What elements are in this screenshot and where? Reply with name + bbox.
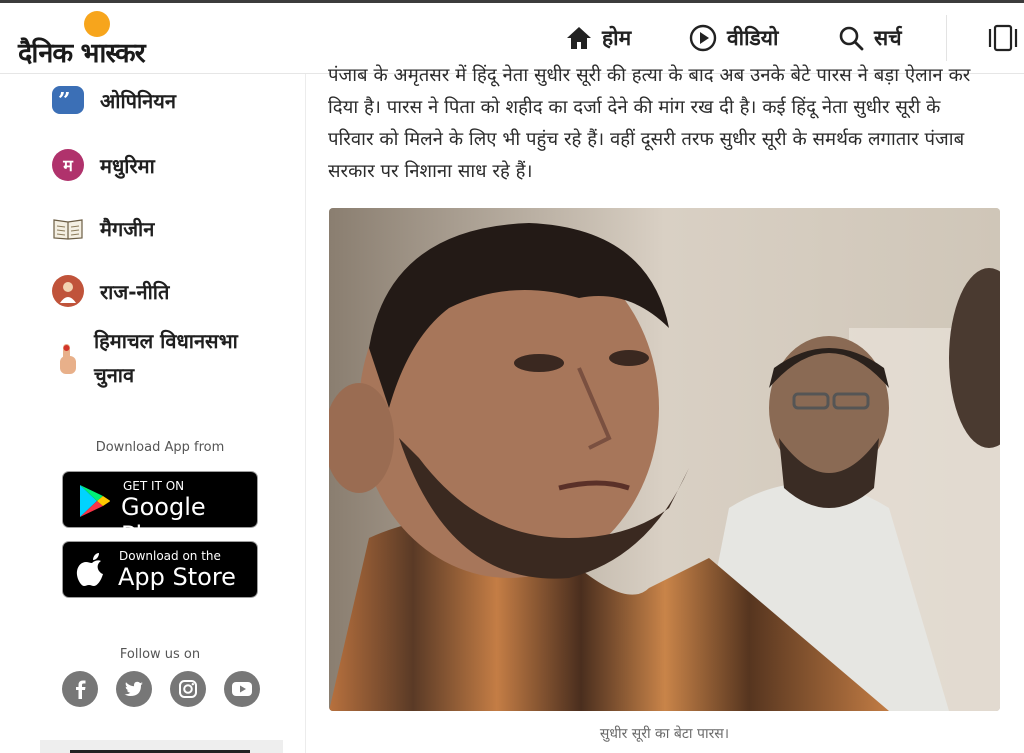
madhurima-icon: म bbox=[52, 149, 84, 181]
sidebar-item-label: ओपिनियन bbox=[100, 88, 176, 113]
article-photo[interactable] bbox=[329, 208, 1000, 711]
menu-icon[interactable] bbox=[988, 23, 1018, 53]
header-divider bbox=[946, 15, 947, 61]
youtube-icon[interactable] bbox=[224, 671, 260, 707]
logo-text: दैनिक भास्कर bbox=[18, 38, 146, 69]
search-icon bbox=[839, 26, 864, 51]
social-links bbox=[62, 671, 260, 707]
google-play-small-text: GET IT ON bbox=[123, 479, 185, 493]
sidebar-item-label: राज-नीति bbox=[100, 279, 170, 304]
politics-icon bbox=[52, 275, 84, 307]
sidebar-item-label: हिमाचल विधानसभा चुनाव bbox=[94, 329, 238, 387]
instagram-icon[interactable] bbox=[170, 671, 206, 707]
article-main: पंजाब के अमृतसर में हिंदू नेता सुधीर सूर… bbox=[306, 65, 1024, 753]
facebook-icon[interactable] bbox=[62, 671, 98, 707]
nav-search-label: सर्च bbox=[874, 26, 902, 50]
logo[interactable]: दैनिक भास्कर bbox=[18, 11, 188, 69]
sidebar-item-politics[interactable]: राज-नीति bbox=[52, 275, 169, 307]
app-store-big-text: App Store bbox=[118, 563, 236, 591]
quote-icon: ” bbox=[52, 86, 84, 114]
google-play-icon bbox=[80, 485, 110, 517]
photo-caption: सुधीर सूरी का बेटा पारस। bbox=[599, 726, 730, 742]
hand-vote-icon bbox=[52, 342, 84, 374]
sidebar-item-magazine[interactable]: मैगजीन bbox=[52, 212, 154, 244]
sidebar-bottom-bar bbox=[40, 740, 283, 753]
download-app-label: Download App from bbox=[95, 440, 225, 455]
sidebar-item-opinion[interactable]: ” ओपिनियन bbox=[52, 86, 176, 114]
sidebar-item-himachal-election[interactable]: हिमाचल विधानसभा चुनाव bbox=[52, 324, 269, 392]
sidebar-item-label: मैगजीन bbox=[100, 216, 155, 241]
nav-home-label: होम bbox=[602, 26, 632, 50]
madhurima-icon-letter: म bbox=[63, 156, 73, 175]
book-icon bbox=[52, 212, 84, 244]
apple-icon bbox=[76, 553, 103, 586]
follow-us-label: Follow us on bbox=[119, 647, 201, 662]
app-store-button[interactable]: Download on the App Store bbox=[62, 541, 258, 598]
nav-video-label: वीडियो bbox=[727, 26, 779, 50]
google-play-button[interactable]: GET IT ON Google Play bbox=[62, 471, 258, 549]
article-photo-image bbox=[329, 208, 1000, 711]
sidebar-item-madhurima[interactable]: म मधुरिमा bbox=[52, 149, 155, 181]
svg-text:”: ” bbox=[58, 92, 71, 108]
play-icon bbox=[689, 24, 717, 52]
app-store-small-text: Download on the bbox=[119, 549, 221, 563]
article-paragraph: पंजाब के अमृतसर में हिंदू नेता सुधीर सूर… bbox=[328, 65, 971, 182]
home-icon bbox=[567, 27, 591, 49]
sidebar-item-label: मधुरिमा bbox=[100, 153, 155, 178]
sidebar: ” ओपिनियन म मधुरिमा मैगजीन राज-नीति हिमा… bbox=[0, 74, 306, 753]
twitter-icon[interactable] bbox=[116, 671, 152, 707]
